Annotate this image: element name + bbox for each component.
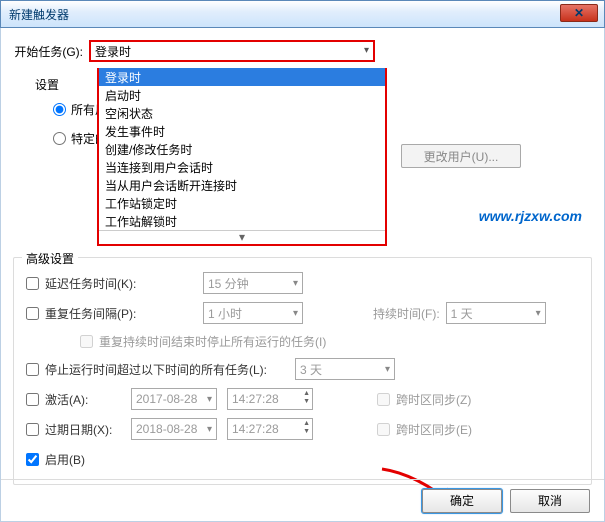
chevron-down-icon: ▾ [536,308,541,319]
dialog-footer: 确定 取消 [1,479,604,521]
duration-combobox[interactable]: 1 天▾ [446,302,546,324]
radio-all-users-input[interactable] [53,103,66,116]
start-task-label: 开始任务(G): [13,43,83,60]
dropdown-option[interactable]: 创建/修改任务时 [99,140,385,158]
chevron-down-icon: ▾ [293,308,298,319]
dropdown-option[interactable]: 当连接到用户会话时 [99,158,385,176]
enabled-checkbox[interactable] [26,453,39,466]
advanced-title: 高级设置 [22,250,78,267]
close-button[interactable]: ✕ [560,4,598,22]
stop-after-repeat-label: 重复持续时间结束时停止所有运行的任务(I) [99,333,326,350]
dropdown-option[interactable]: 登录时 [99,68,385,86]
stop-long-combobox[interactable]: 3 天▾ [295,358,395,380]
expire-label: 过期日期(X): [45,421,131,438]
titlebar: 新建触发器 ✕ [0,0,605,28]
dropdown-option[interactable]: 发生事件时 [99,122,385,140]
advanced-groupbox: 高级设置 延迟任务时间(K): 15 分钟▾ 重复任务间隔(P): 1 小时▾ … [13,257,592,485]
repeat-checkbox[interactable] [26,307,39,320]
chevron-down-icon: ▾ [385,364,390,375]
expire-checkbox[interactable] [26,423,39,436]
start-task-dropdown[interactable]: 登录时启动时空闲状态发生事件时创建/修改任务时当连接到用户会话时当从用户会话断开… [97,68,387,246]
chevron-down-icon: ▾ [207,394,212,405]
start-task-value: 登录时 [95,43,131,60]
delay-combobox[interactable]: 15 分钟▾ [203,272,303,294]
dropdown-option[interactable]: 工作站锁定时 [99,194,385,212]
repeat-label: 重复任务间隔(P): [45,305,203,322]
chevron-down-icon: ▾ [207,424,212,435]
cancel-button[interactable]: 取消 [510,489,590,513]
activate-date[interactable]: 2017-08-28▾ [131,388,217,410]
stop-long-checkbox[interactable] [26,363,39,376]
stop-after-repeat-checkbox [80,335,93,348]
dropdown-option[interactable]: 工作站解锁时 [99,212,385,230]
activate-time[interactable]: 14:27:28▲▼ [227,388,313,410]
repeat-interval-combobox[interactable]: 1 小时▾ [203,302,303,324]
delay-label: 延迟任务时间(K): [45,275,203,292]
spin-icon[interactable]: ▲▼ [303,420,310,436]
expire-date[interactable]: 2018-08-28▾ [131,418,217,440]
start-task-combobox[interactable]: 登录时 ▾ [89,40,375,62]
close-icon: ✕ [574,6,584,20]
stop-long-label: 停止运行时间超过以下时间的所有任务(L): [45,361,295,378]
delay-checkbox[interactable] [26,277,39,290]
activate-checkbox[interactable] [26,393,39,406]
chevron-down-icon: ▾ [293,278,298,289]
dialog-content: 开始任务(G): 登录时 ▾ 登录时启动时空闲状态发生事件时创建/修改任务时当连… [0,28,605,522]
activate-label: 激活(A): [45,391,131,408]
spin-icon[interactable]: ▲▼ [303,390,310,406]
expire-tz-label: 跨时区同步(E) [396,421,472,438]
dropdown-option[interactable]: 空闲状态 [99,104,385,122]
expire-tz-checkbox [377,423,390,436]
watermark: www.rjzxw.com [479,208,582,224]
change-user-button: 更改用户(U)... [401,144,521,168]
activate-tz-label: 跨时区同步(Z) [396,391,471,408]
enabled-label: 启用(B) [45,451,203,468]
duration-label: 持续时间(F): [373,305,440,322]
dropdown-option[interactable]: 启动时 [99,86,385,104]
activate-tz-checkbox [377,393,390,406]
chevron-down-icon: ▾ [364,45,369,56]
radio-specific-user-input[interactable] [53,132,66,145]
ok-button[interactable]: 确定 [422,489,502,513]
dropdown-option[interactable]: 当从用户会话断开连接时 [99,176,385,194]
dropdown-scrolldown-icon[interactable]: ▾ [99,230,385,244]
expire-time[interactable]: 14:27:28▲▼ [227,418,313,440]
window-title: 新建触发器 [9,6,69,23]
